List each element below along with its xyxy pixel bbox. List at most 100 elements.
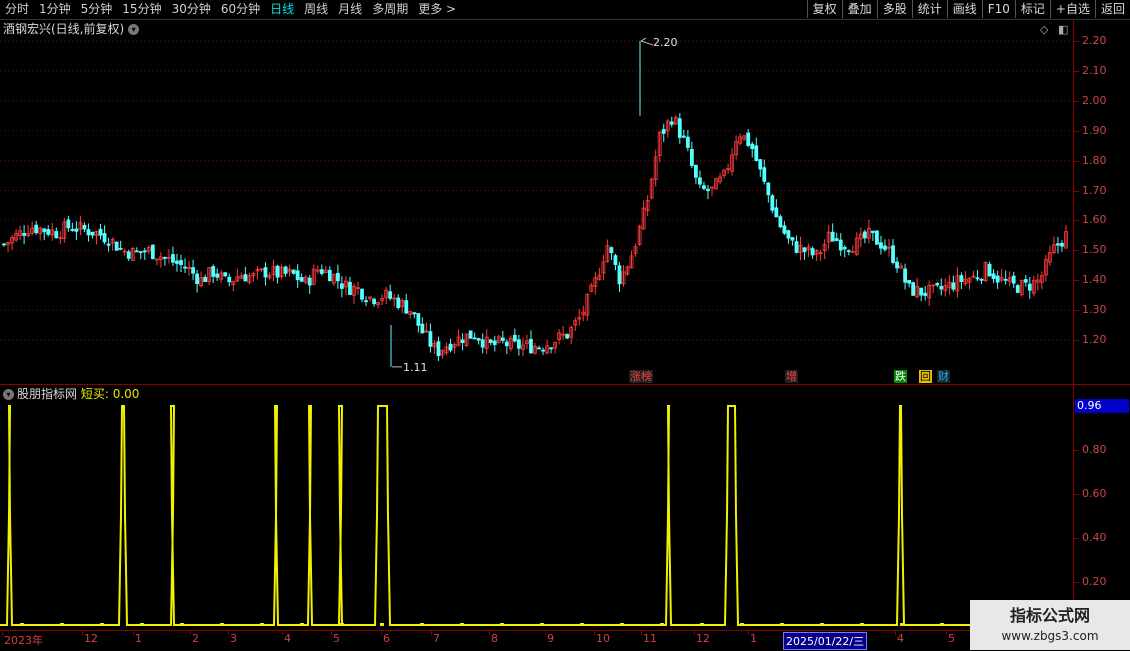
candle-body <box>1027 283 1032 291</box>
indicator-title[interactable]: ▾ 股朋指标网 短买: 0.00 <box>3 387 139 401</box>
price-tick: 1.40 <box>1082 273 1107 287</box>
candle-body <box>669 121 674 125</box>
watermark-url: www.zbgs3.com <box>1001 629 1099 643</box>
candle-body <box>939 285 944 290</box>
candle-body <box>412 312 417 315</box>
candle-body <box>504 341 509 347</box>
candle-body <box>879 242 883 249</box>
price-tick: 1.50 <box>1082 243 1107 257</box>
candle-body <box>348 281 352 295</box>
price-tick-mark <box>1074 250 1079 252</box>
indicator-line <box>0 405 1072 626</box>
indicator-current-value: 0.96 <box>1075 399 1129 413</box>
indicator-tick: 0.80 <box>1082 443 1107 456</box>
indicator-dot <box>580 623 584 626</box>
candle-body <box>810 248 815 256</box>
candle-body <box>195 273 199 285</box>
event-badge[interactable]: 回 <box>919 370 932 383</box>
date-tick <box>133 631 134 635</box>
candle-body <box>754 145 759 161</box>
candle-body <box>907 280 912 284</box>
candle-body <box>830 231 835 242</box>
indicator-tick-mark <box>1074 450 1079 451</box>
price-tick-mark <box>1074 190 1079 192</box>
candle-body <box>750 143 755 150</box>
candle-body <box>903 268 907 283</box>
date-tick <box>946 631 947 635</box>
candle-body <box>203 276 208 283</box>
candle-body <box>694 164 698 178</box>
candle-body <box>98 228 103 236</box>
candle-body <box>762 167 767 182</box>
candle-body <box>183 266 187 269</box>
candle-body <box>90 231 95 236</box>
indicator-dot <box>900 623 904 626</box>
candle-body <box>617 265 622 285</box>
indicator-dot <box>500 623 504 626</box>
date-label: 5 <box>948 632 955 645</box>
price-tick: 1.80 <box>1082 153 1107 167</box>
indicator-axis: 0.80 0.60 0.40 0.20 <box>1073 385 1130 630</box>
candle-body <box>428 331 433 347</box>
candle-body <box>480 339 485 348</box>
date-tick <box>895 631 896 635</box>
date-tick <box>82 631 83 635</box>
price-tick: 2.00 <box>1082 93 1107 107</box>
panel-divider[interactable] <box>0 384 1130 385</box>
price-tick: 1.70 <box>1082 183 1107 197</box>
candle-body <box>420 323 425 334</box>
date-tick <box>282 631 283 635</box>
date-tick <box>228 631 229 635</box>
candle-body <box>82 224 87 230</box>
candle-body <box>335 272 340 282</box>
indicator-dot <box>860 623 864 626</box>
candle-body <box>22 233 27 236</box>
price-tick: 2.20 <box>1082 34 1107 47</box>
candle-body <box>227 276 232 283</box>
candle-body <box>436 341 441 357</box>
date-label: 12 <box>84 632 98 645</box>
candle-body <box>142 250 147 253</box>
candle-body <box>975 277 980 280</box>
date-tick <box>431 631 432 635</box>
date-label: 12 <box>696 632 710 645</box>
indicator-tick: 0.60 <box>1082 487 1107 500</box>
candle-body <box>681 135 686 138</box>
candle-body <box>283 266 288 274</box>
date-tick <box>489 631 490 635</box>
candle-body <box>862 231 867 239</box>
chart-canvas[interactable]: 2.20 1.11 <box>0 0 1130 650</box>
indicator-dot <box>60 623 64 626</box>
indicator-dot <box>820 623 824 626</box>
event-badge[interactable]: 涨榜 <box>629 370 653 383</box>
price-tick-mark <box>1074 280 1079 282</box>
indicator-dot <box>300 623 304 626</box>
candle-body <box>2 243 6 246</box>
event-badge[interactable]: 财 <box>937 370 950 383</box>
price-tick: 1.90 <box>1082 123 1107 137</box>
price-tick-mark <box>1074 130 1079 132</box>
indicator-tick-mark <box>1074 582 1079 583</box>
candle-body <box>541 349 545 352</box>
date-tick <box>381 631 382 635</box>
candle-body <box>460 339 465 344</box>
event-badge[interactable]: 跌 <box>894 370 907 383</box>
candle-body <box>875 230 879 245</box>
price-tick-mark <box>1074 41 1079 42</box>
candle-body <box>770 195 775 211</box>
candle-body <box>613 255 618 266</box>
candle-body <box>746 132 751 146</box>
candle-body <box>778 216 783 228</box>
candle-body <box>472 337 477 340</box>
price-tick-mark <box>1074 340 1079 341</box>
date-label: 2 <box>192 632 199 645</box>
candle-body <box>1011 275 1016 284</box>
candle-body <box>698 177 702 185</box>
watermark-title: 指标公式网 <box>1009 606 1090 625</box>
candle-body <box>448 343 453 351</box>
candle-body <box>790 237 795 241</box>
event-badge[interactable]: 增 <box>785 370 798 383</box>
indicator-dot <box>740 623 744 626</box>
candle-body <box>171 254 175 263</box>
chevron-down-icon[interactable]: ▾ <box>3 389 14 400</box>
